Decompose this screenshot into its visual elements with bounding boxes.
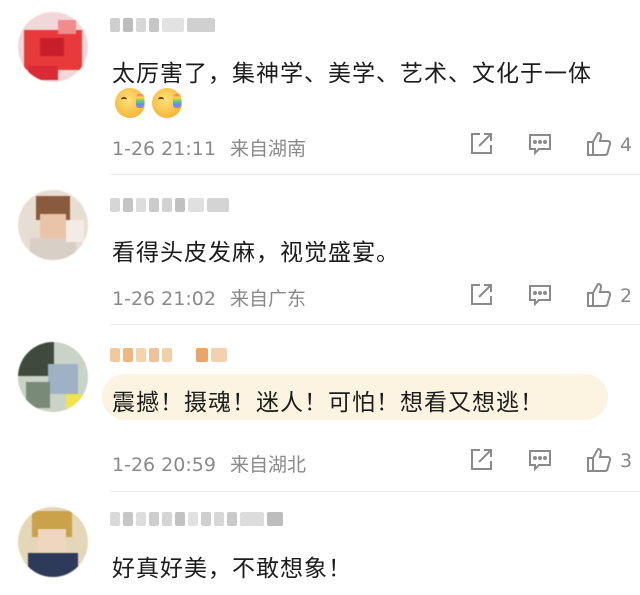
- username-obscured[interactable]: [110, 198, 229, 214]
- comment-time: 1-26 21:02: [112, 288, 216, 310]
- comment-text: 看得头皮发麻，视觉盛宴。: [112, 240, 400, 266]
- share-icon[interactable]: [468, 131, 494, 157]
- divider: [110, 324, 640, 325]
- comment-time: 1-26 20:59: [112, 454, 216, 476]
- share-icon[interactable]: [468, 447, 494, 473]
- like-count: 4: [620, 134, 633, 156]
- like-icon[interactable]: [585, 281, 613, 309]
- share-icon[interactable]: [468, 282, 494, 308]
- comment-text: 震撼！摄魂！迷人！可怕！想看又想逃！: [112, 390, 544, 416]
- comment-time: 1-26 21:11: [112, 138, 216, 160]
- comment-icon[interactable]: [527, 131, 553, 157]
- like-icon[interactable]: [585, 446, 613, 474]
- comment-meta: 1-26 20:59 来自湖北: [112, 450, 306, 477]
- like-icon[interactable]: [585, 130, 613, 158]
- comment-location: 来自广东: [229, 288, 306, 310]
- like-count: 2: [620, 285, 633, 307]
- like-count: 3: [620, 450, 633, 472]
- username-obscured[interactable]: [110, 512, 283, 528]
- comment-meta: 1-26 21:11 来自湖南: [112, 134, 306, 161]
- avatar[interactable]: [18, 12, 88, 82]
- avatar[interactable]: [18, 190, 88, 260]
- comment-text: 好真好美，不敢想象！: [112, 556, 352, 582]
- rainbow-vomit-emoji: [152, 88, 182, 118]
- rainbow-vomit-emoji: [115, 88, 145, 118]
- comment-text: 太厉害了，集神学、美学、艺术、文化于一体: [112, 61, 592, 87]
- avatar[interactable]: [18, 507, 88, 577]
- username-obscured[interactable]: [110, 18, 215, 34]
- comment-meta: 1-26 21:02 来自广东: [112, 284, 306, 311]
- divider: [110, 491, 640, 492]
- comment-location: 来自湖北: [229, 454, 306, 476]
- comment-icon[interactable]: [527, 282, 553, 308]
- divider: [110, 174, 640, 175]
- comment-location: 来自湖南: [229, 138, 306, 160]
- avatar[interactable]: [18, 342, 88, 412]
- comment-icon[interactable]: [527, 447, 553, 473]
- username-obscured[interactable]: [110, 348, 227, 364]
